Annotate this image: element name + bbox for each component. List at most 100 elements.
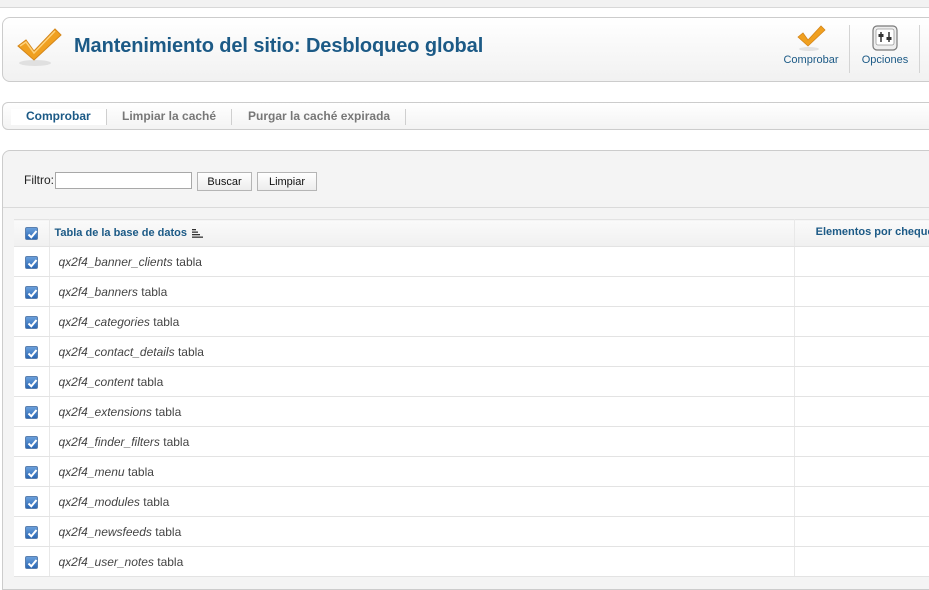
row-checkbox[interactable]	[24, 435, 38, 449]
table-name-cell: qx2f4_modules tabla	[49, 486, 795, 517]
table-row: qx2f4_extensions tabla 0	[14, 396, 929, 427]
table-name-cell: qx2f4_finder_filters tabla	[49, 426, 795, 457]
row-checkbox[interactable]	[24, 495, 38, 509]
item-count: 0	[828, 405, 929, 419]
table-name-cell: qx2f4_categories tabla	[49, 306, 795, 337]
checkmark-icon	[27, 439, 38, 448]
table-suffix: tabla	[177, 344, 204, 359]
options-toolbar-button[interactable]: Opciones	[855, 24, 915, 76]
checkmark-icon	[27, 469, 38, 478]
table-suffix: tabla	[163, 434, 190, 449]
row-check-cell	[14, 516, 50, 547]
table-row: qx2f4_banner_clients tabla 0	[14, 246, 929, 277]
column-header-count-label: Elementos por chequear	[815, 225, 929, 238]
table-name-cell: qx2f4_banners tabla	[49, 276, 795, 307]
item-count: 0	[828, 435, 929, 449]
clear-button[interactable]: Limpiar	[257, 172, 317, 191]
item-count-cell: 0	[794, 336, 929, 367]
row-checkbox[interactable]	[24, 345, 38, 359]
checkmark-icon	[797, 25, 826, 51]
item-count-cell: 0	[794, 426, 929, 457]
row-checkbox[interactable]	[24, 465, 38, 479]
options-toolbar-label: Opciones	[861, 54, 909, 66]
main-content: Filtro: Buscar Limpiar Tabla de la base …	[2, 150, 929, 590]
table-row: qx2f4_menu tabla 1	[14, 456, 929, 487]
checkmark-icon	[27, 229, 38, 239]
item-count-cell: 0	[794, 246, 929, 277]
table-name-cell: qx2f4_newsfeeds tabla	[49, 516, 795, 547]
row-check-cell	[14, 456, 50, 487]
select-all-checkbox[interactable]	[24, 226, 38, 240]
checkmark-icon	[27, 289, 38, 298]
toolbar-separator	[849, 25, 850, 73]
row-checkbox[interactable]	[24, 405, 38, 419]
filter-divider	[3, 207, 929, 208]
filter-label: Filtro:	[24, 173, 54, 187]
item-count: 0	[828, 525, 929, 539]
item-count-cell: 0	[794, 546, 929, 577]
item-count-cell: 0	[794, 516, 929, 547]
row-check-cell	[14, 396, 50, 427]
table-suffix: tabla	[155, 524, 182, 539]
toolbar-separator	[919, 25, 920, 73]
table-name: qx2f4_banners	[58, 284, 138, 299]
table-name: qx2f4_contact_details	[58, 344, 175, 359]
row-checkbox[interactable]	[24, 315, 38, 329]
row-checkbox[interactable]	[24, 525, 38, 539]
submenu-item-clear-cache[interactable]: Limpiar la caché	[107, 109, 233, 125]
column-header-table[interactable]: Tabla de la base de datos	[49, 219, 795, 247]
table-row: qx2f4_categories tabla 0	[14, 306, 929, 337]
row-checkbox[interactable]	[24, 255, 38, 269]
item-count: 2	[828, 375, 929, 389]
item-count: 0	[828, 315, 929, 329]
table-suffix: tabla	[153, 314, 180, 329]
column-header-table-label: Tabla de la base de datos	[54, 227, 187, 239]
table-name-cell: qx2f4_contact_details tabla	[49, 336, 795, 367]
table-suffix: tabla	[137, 374, 164, 389]
row-check-cell	[14, 486, 50, 517]
checkmark-icon	[27, 499, 38, 508]
item-count-cell: 2	[794, 366, 929, 397]
column-header-count[interactable]: Elementos por chequear	[794, 219, 929, 247]
check-toolbar-button[interactable]: Comprobar	[777, 24, 845, 76]
table-suffix: tabla	[143, 494, 170, 509]
table-row: qx2f4_newsfeeds tabla 0	[14, 516, 929, 547]
table-name-cell: qx2f4_menu tabla	[49, 456, 795, 487]
row-check-cell	[14, 336, 50, 367]
item-count: 0	[828, 255, 929, 269]
table-suffix: tabla	[155, 404, 182, 419]
search-button[interactable]: Buscar	[197, 172, 252, 191]
checkmark-icon	[27, 559, 38, 568]
row-checkbox[interactable]	[24, 285, 38, 299]
row-check-cell	[14, 246, 50, 277]
table-name: qx2f4_extensions	[58, 404, 152, 419]
item-count: 1	[828, 465, 929, 479]
sort-icon[interactable]	[192, 228, 204, 238]
table-row: qx2f4_modules tabla 2	[14, 486, 929, 517]
table-row: qx2f4_contact_details tabla 0	[14, 336, 929, 367]
item-count-cell: 0	[794, 276, 929, 307]
item-count: 2	[828, 495, 929, 509]
checkmark-icon	[27, 349, 38, 358]
row-check-cell	[14, 546, 50, 577]
table-name: qx2f4_user_notes	[58, 554, 154, 569]
row-checkbox[interactable]	[24, 555, 38, 569]
page-header: Mantenimiento del sitio: Desbloqueo glob…	[2, 17, 929, 82]
checkmark-icon	[27, 379, 38, 388]
row-check-cell	[14, 366, 50, 397]
row-checkbox[interactable]	[24, 375, 38, 389]
row-check-cell	[14, 426, 50, 457]
submenu: Comprobar Limpiar la caché Purgar la cac…	[2, 102, 929, 130]
table-row: qx2f4_finder_filters tabla 0	[14, 426, 929, 457]
table-name-cell: qx2f4_extensions tabla	[49, 396, 795, 427]
checkmark-icon	[17, 28, 62, 66]
table-suffix: tabla	[175, 254, 202, 269]
tables-grid: Tabla de la base de datos Elementos por …	[14, 219, 929, 577]
checkmark-icon	[27, 529, 38, 538]
submenu-item-check[interactable]: Comprobar	[11, 109, 107, 125]
filter-input[interactable]	[55, 172, 192, 189]
submenu-item-purge-expired-cache[interactable]: Purgar la caché expirada	[233, 109, 407, 125]
checkmark-icon	[27, 259, 38, 268]
table-name: qx2f4_modules	[58, 494, 140, 509]
table-name: qx2f4_newsfeeds	[58, 524, 152, 539]
